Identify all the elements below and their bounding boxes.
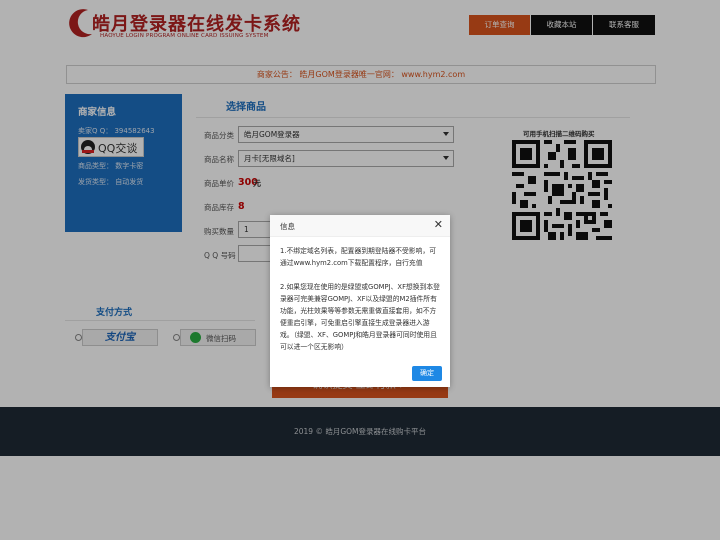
dialog-header: 信息 ✕	[270, 215, 450, 237]
dialog-paragraph-1: 1.不绑定域名列表，配置器到期登陆器不受影响，可通过www.hym2.com下载…	[280, 247, 437, 267]
info-dialog: 信息 ✕ 1.不绑定域名列表，配置器到期登陆器不受影响，可通过www.hym2.…	[270, 215, 450, 387]
dialog-body: 1.不绑定域名列表，配置器到期登陆器不受影响，可通过www.hym2.com下载…	[280, 245, 442, 353]
dialog-title: 信息	[280, 222, 295, 231]
close-icon[interactable]: ✕	[434, 218, 443, 231]
dialog-paragraph-2: 2.如果您现在使用的是绿盟或GOMPJ、XF想换到本登录器可完美兼容GOMPJ、…	[280, 283, 440, 351]
confirm-button[interactable]: 确定	[412, 366, 442, 381]
